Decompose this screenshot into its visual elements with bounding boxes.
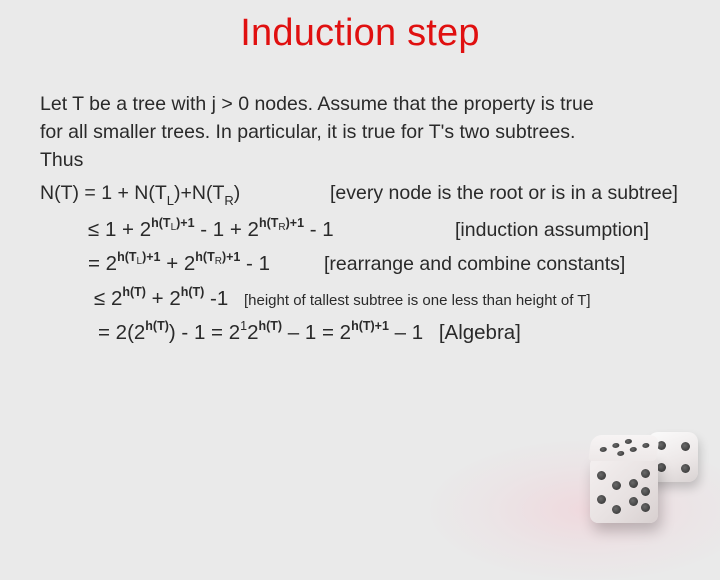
justification-4: [height of tallest subtree is one less t… (244, 292, 591, 309)
paragraph-line-1: Let T be a tree with j > 0 nodes. Assume… (40, 93, 594, 115)
die-six-face (590, 457, 658, 523)
dice-icon (430, 350, 720, 580)
paragraph-line-2: for all smaller trees. In particular, it… (40, 121, 576, 143)
derivation-step-2: ≤ 1 + 2h(TL)+1 - 1 + 2h(TR)+1 - 1 (88, 216, 334, 241)
justification-2: [induction assumption] (455, 219, 650, 241)
derivation-step-1: N(T) = 1 + N(TL)+N(TR) (40, 180, 240, 208)
justification-5: [Algebra] (438, 321, 521, 344)
justification-3: [rearrange and combine constants] (324, 253, 626, 275)
slide-title: Induction step (240, 12, 480, 54)
paragraph-line-3: Thus (40, 149, 84, 171)
slide: Induction step Let T be a tree with j > … (0, 0, 720, 580)
derivation-step-5: = 2(2h(T)) - 1 = 212h(T) – 1 = 2h(T)+1 –… (98, 319, 521, 344)
justification-1: [every node is the root or is in a subtr… (330, 182, 678, 204)
die-top-face (588, 435, 660, 461)
derivation-step-4: ≤ 2h(T) + 2h(T) -1 (94, 285, 229, 310)
equation: N(T) = 1 + N(TL)+N(TR) (40, 182, 241, 208)
derivation-step-3: = 2h(TL)+1 + 2h(TR)+1 - 1 (88, 250, 270, 275)
